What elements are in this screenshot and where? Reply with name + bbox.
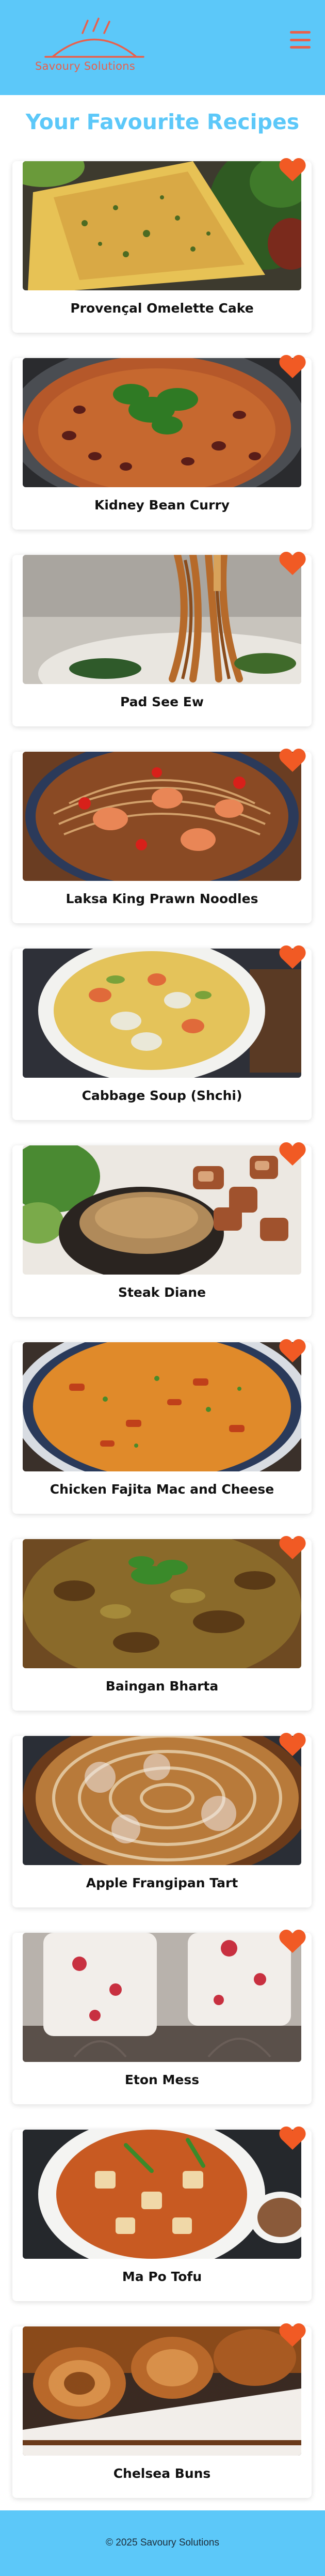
heart-icon[interactable] xyxy=(279,2125,306,2151)
recipe-card[interactable]: Ma Po Tofu xyxy=(12,2127,312,2301)
brand-name[interactable]: Savoury Solutions xyxy=(35,60,135,72)
recipe-image[interactable] xyxy=(23,161,301,290)
site-header: Savoury Solutions xyxy=(0,0,325,95)
heart-icon[interactable] xyxy=(279,1535,306,1561)
recipe-image[interactable] xyxy=(23,2130,301,2259)
heart-icon[interactable] xyxy=(279,1141,306,1167)
recipe-title[interactable]: Ma Po Tofu xyxy=(12,2269,312,2284)
recipe-image[interactable] xyxy=(23,555,301,684)
recipe-title[interactable]: Apple Frangipan Tart xyxy=(12,1875,312,1890)
recipe-card[interactable]: Pad See Ew xyxy=(12,552,312,726)
recipe-card[interactable]: Provençal Omelette Cake xyxy=(12,158,312,333)
heart-icon[interactable] xyxy=(279,1338,306,1364)
copyright-text: © 2025 Savoury Solutions xyxy=(106,2537,219,2548)
recipe-image[interactable] xyxy=(23,2326,301,2456)
heart-icon[interactable] xyxy=(279,944,306,970)
recipe-title[interactable]: Kidney Bean Curry xyxy=(12,498,312,513)
recipe-title[interactable]: Cabbage Soup (Shchi) xyxy=(12,1088,312,1103)
recipe-title[interactable]: Pad See Ew xyxy=(12,694,312,709)
site-footer: © 2025 Savoury Solutions xyxy=(0,2510,325,2576)
page-title: Your Favourite Recipes xyxy=(25,110,300,134)
recipe-card[interactable]: Apple Frangipan Tart xyxy=(12,1733,312,1907)
recipe-title[interactable]: Steak Diane xyxy=(12,1285,312,1300)
recipe-image[interactable] xyxy=(23,752,301,881)
recipe-image[interactable] xyxy=(23,1736,301,1865)
menu-bar xyxy=(290,38,311,41)
recipe-image[interactable] xyxy=(23,358,301,487)
recipe-image[interactable] xyxy=(23,949,301,1078)
recipe-card[interactable]: Chelsea Buns xyxy=(12,2323,312,2498)
recipe-card[interactable]: Eton Mess xyxy=(12,1930,312,2104)
menu-bar xyxy=(290,31,311,34)
recipe-title[interactable]: Chelsea Buns xyxy=(12,2466,312,2481)
recipe-title[interactable]: Provençal Omelette Cake xyxy=(12,301,312,316)
heart-icon[interactable] xyxy=(279,551,306,577)
recipe-image[interactable] xyxy=(23,1145,301,1275)
heart-icon[interactable] xyxy=(279,354,306,380)
recipe-card[interactable]: Laksa King Prawn Noodles xyxy=(12,749,312,923)
heart-icon[interactable] xyxy=(279,1732,306,1758)
recipe-image[interactable] xyxy=(23,1539,301,1668)
hamburger-menu-button[interactable] xyxy=(290,29,311,50)
recipe-image[interactable] xyxy=(23,1342,301,1471)
heart-icon[interactable] xyxy=(279,157,306,183)
recipe-card[interactable]: Cabbage Soup (Shchi) xyxy=(12,945,312,1120)
heart-icon[interactable] xyxy=(279,1929,306,1954)
recipe-card[interactable]: Baingan Bharta xyxy=(12,1536,312,1711)
menu-bar xyxy=(290,46,311,49)
recipe-title[interactable]: Baingan Bharta xyxy=(12,1679,312,1694)
recipe-card[interactable]: Steak Diane xyxy=(12,1142,312,1317)
recipe-card[interactable]: Kidney Bean Curry xyxy=(12,355,312,530)
heart-icon[interactable] xyxy=(279,2322,306,2348)
heart-icon[interactable] xyxy=(279,748,306,773)
recipe-title[interactable]: Eton Mess xyxy=(12,2072,312,2087)
recipe-card[interactable]: Chicken Fajita Mac and Cheese xyxy=(12,1339,312,1514)
recipe-title[interactable]: Laksa King Prawn Noodles xyxy=(12,891,312,906)
recipe-image[interactable] xyxy=(23,1933,301,2062)
recipe-title[interactable]: Chicken Fajita Mac and Cheese xyxy=(12,1482,312,1497)
